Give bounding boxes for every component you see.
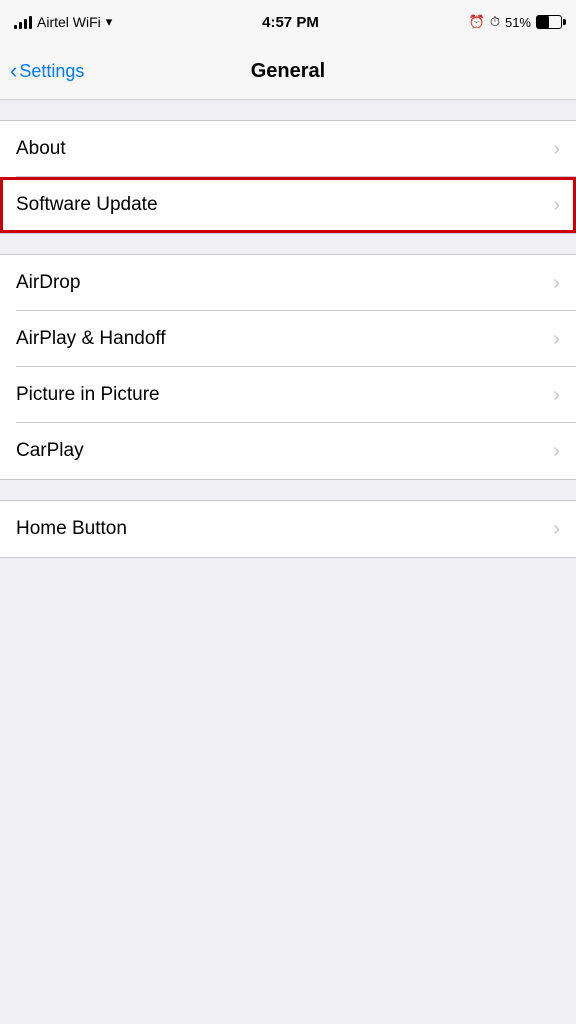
section-2: AirDrop › AirPlay & Handoff › Picture in… [0, 254, 576, 480]
page-title: General [251, 60, 325, 83]
status-bar: Airtel WiFi ▾ 4:57 PM ⏰ ⏱ 51% [0, 0, 576, 44]
battery-percent: 51% [505, 15, 531, 30]
nav-bar: ‹ Settings General [0, 44, 576, 100]
row-software-update[interactable]: Software Update › [0, 177, 576, 233]
airplay-handoff-label: AirPlay & Handoff [16, 328, 166, 350]
airdrop-label: AirDrop [16, 272, 80, 294]
about-label: About [16, 138, 66, 160]
airdrop-chevron-icon: › [553, 272, 560, 295]
signal-icon [14, 15, 32, 29]
home-button-chevron-icon: › [553, 518, 560, 541]
airplay-handoff-chevron-icon: › [553, 328, 560, 351]
software-update-label: Software Update [16, 194, 158, 216]
software-update-chevron-icon: › [553, 194, 560, 217]
carplay-chevron-icon: › [553, 440, 560, 463]
row-airplay-handoff[interactable]: AirPlay & Handoff › [0, 311, 576, 367]
row-airdrop[interactable]: AirDrop › [0, 255, 576, 311]
row-carplay[interactable]: CarPlay › [0, 423, 576, 479]
picture-in-picture-chevron-icon: › [553, 384, 560, 407]
status-time: 4:57 PM [262, 14, 319, 31]
section-3: Home Button › [0, 500, 576, 558]
back-chevron-icon: ‹ [10, 60, 17, 82]
back-button[interactable]: ‹ Settings [10, 61, 84, 82]
carrier-label: Airtel WiFi [37, 14, 101, 30]
alarm-icon: ⏰ [469, 14, 485, 30]
back-label: Settings [19, 61, 84, 82]
row-about[interactable]: About › [0, 121, 576, 177]
home-button-label: Home Button [16, 518, 127, 540]
table-group-3: Home Button › [0, 500, 576, 558]
row-picture-in-picture[interactable]: Picture in Picture › [0, 367, 576, 423]
battery-icon [536, 15, 562, 29]
about-chevron-icon: › [553, 138, 560, 161]
wifi-icon: ▾ [106, 14, 113, 30]
section-1: About › Software Update › [0, 120, 576, 234]
clock-icon: ⏱ [490, 14, 500, 30]
table-group-1: About › Software Update › [0, 120, 576, 234]
status-right: ⏰ ⏱ 51% [469, 14, 562, 30]
status-left: Airtel WiFi ▾ [14, 14, 112, 30]
table-group-2: AirDrop › AirPlay & Handoff › Picture in… [0, 254, 576, 480]
row-home-button[interactable]: Home Button › [0, 501, 576, 557]
content: About › Software Update › AirDrop › AirP… [0, 120, 576, 558]
picture-in-picture-label: Picture in Picture [16, 384, 160, 406]
carplay-label: CarPlay [16, 440, 84, 462]
